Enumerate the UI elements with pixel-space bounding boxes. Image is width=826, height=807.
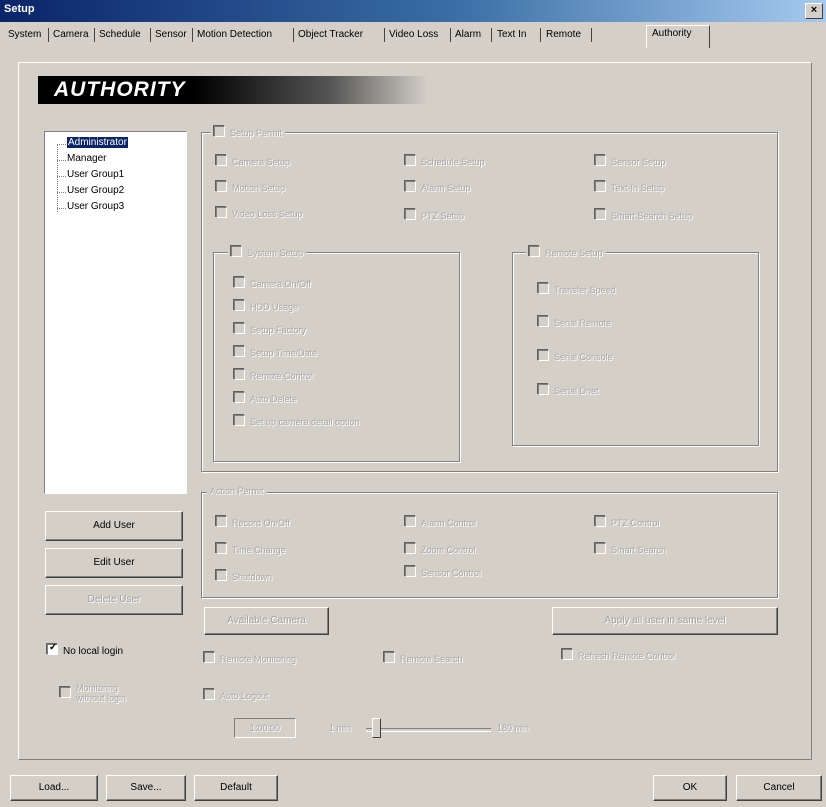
hdd-usage-checkbox[interactable]: HDD Usage bbox=[233, 299, 298, 312]
text-in-setup-checkbox[interactable]: Text-In Setup bbox=[594, 180, 664, 193]
smart-search-setup-checkbox[interactable]: Smart Search Setup bbox=[594, 208, 692, 221]
serial-console-checkbox[interactable]: Serial Console bbox=[537, 349, 613, 362]
cancel-button[interactable]: Cancel bbox=[736, 775, 822, 801]
remote-setup-checkbox[interactable]: Remote Setup bbox=[526, 245, 606, 258]
tab-schedule[interactable]: Schedule bbox=[99, 26, 141, 44]
alarm-control-checkbox[interactable]: Alarm Control bbox=[404, 515, 476, 528]
setup-window: Setup × System Camera Schedule Sensor Mo… bbox=[0, 0, 826, 807]
tab-strip: System Camera Schedule Sensor Motion Det… bbox=[0, 22, 826, 62]
tab-video-loss[interactable]: Video Loss bbox=[389, 26, 438, 44]
tree-item-user-group1[interactable]: User Group1 bbox=[67, 169, 124, 180]
ok-button[interactable]: OK bbox=[653, 775, 727, 801]
transfer-speed-checkbox[interactable]: Transfer Speed bbox=[537, 282, 616, 295]
setup-factory-checkbox[interactable]: Setup Factory bbox=[233, 322, 306, 335]
monitoring-without-login-checkbox[interactable]: Monitoring without login bbox=[59, 683, 180, 703]
tree-item-manager[interactable]: Manager bbox=[67, 153, 106, 164]
edit-user-button[interactable]: Edit User bbox=[45, 548, 183, 578]
slider-max-label: 180 min bbox=[497, 723, 530, 733]
tab-camera[interactable]: Camera bbox=[53, 26, 89, 44]
save-button[interactable]: Save... bbox=[106, 775, 186, 801]
video-loss-setup-checkbox[interactable]: Video Loss Setup bbox=[215, 206, 302, 219]
alarm-setup-checkbox[interactable]: Alarm Setup bbox=[404, 180, 471, 193]
smart-search-checkbox[interactable]: Smart Search bbox=[594, 542, 666, 555]
setup-permit-checkbox[interactable]: Setup Permit bbox=[211, 125, 286, 138]
system-setup-checkbox[interactable]: System Setup bbox=[228, 245, 307, 258]
auto-logout-slider-track[interactable] bbox=[366, 728, 491, 732]
motion-setup-checkbox[interactable]: Motion Setup bbox=[215, 180, 285, 193]
serial-dnet-checkbox[interactable]: Serial Dnet bbox=[537, 383, 599, 396]
tree-item-user-group3[interactable]: User Group3 bbox=[67, 201, 124, 212]
close-button[interactable]: × bbox=[805, 3, 823, 19]
serial-remote-checkbox[interactable]: Serial Remote bbox=[537, 315, 611, 328]
camera-setup-checkbox[interactable]: Camera Setup bbox=[215, 154, 290, 167]
remote-search-checkbox[interactable]: Remote Search bbox=[383, 651, 463, 664]
camera-detail-option-checkbox[interactable]: Set up camera detail option bbox=[233, 414, 360, 427]
remote-control-checkbox[interactable]: Remote Control bbox=[233, 368, 313, 381]
tab-authority[interactable]: Authority bbox=[652, 25, 691, 43]
add-user-button[interactable]: Add User bbox=[45, 511, 183, 541]
ptz-setup-checkbox[interactable]: PTZ Setup bbox=[404, 208, 464, 221]
authority-banner: AUTHORITY bbox=[38, 76, 428, 104]
user-tree[interactable]: Administrator Manager User Group1 User G… bbox=[44, 131, 187, 494]
shutdown-checkbox[interactable]: Shutdown bbox=[215, 569, 272, 582]
tab-object-tracker[interactable]: Object Tracker bbox=[298, 26, 363, 44]
tab-sensor[interactable]: Sensor bbox=[155, 26, 187, 44]
delete-user-button[interactable]: Delete User bbox=[45, 585, 183, 615]
tab-system[interactable]: System bbox=[8, 26, 41, 44]
default-button[interactable]: Default bbox=[194, 775, 278, 801]
zoom-control-checkbox[interactable]: Zoom Control bbox=[404, 542, 476, 555]
schedule-setup-checkbox[interactable]: Schedule Setup bbox=[404, 154, 485, 167]
refresh-remote-control-checkbox[interactable]: Refresh Remote Control bbox=[561, 648, 675, 661]
tab-motion-detection[interactable]: Motion Detection bbox=[197, 26, 272, 44]
window-title: Setup bbox=[4, 3, 35, 15]
tab-alarm[interactable]: Alarm bbox=[455, 26, 481, 44]
checkmark-icon: ✓ bbox=[49, 642, 58, 653]
ptz-control-checkbox[interactable]: PTZ Control bbox=[594, 515, 660, 528]
load-button[interactable]: Load... bbox=[10, 775, 98, 801]
action-permit-group bbox=[201, 492, 778, 598]
no-local-login-checkbox[interactable]: ✓ No local login bbox=[46, 642, 123, 657]
setup-time-date-checkbox[interactable]: Setup Time/Date bbox=[233, 345, 317, 358]
slider-min-label: 1 min bbox=[329, 723, 352, 733]
remote-setup-group bbox=[512, 252, 759, 446]
auto-logout-slider-thumb[interactable] bbox=[371, 718, 381, 738]
auto-logout-time-field[interactable]: 1:00:00 bbox=[234, 718, 296, 738]
apply-all-button[interactable]: Apply all user in same level bbox=[552, 607, 778, 635]
action-permit-label: Action Permit bbox=[207, 486, 267, 496]
sensor-control-checkbox[interactable]: Sensor Control bbox=[404, 565, 481, 578]
auto-logout-checkbox[interactable]: Auto Logout bbox=[203, 688, 269, 701]
auto-delete-checkbox[interactable]: Auto Delete bbox=[233, 391, 297, 404]
tab-remote[interactable]: Remote bbox=[546, 26, 581, 44]
record-on-off-checkbox[interactable]: Record On/Off bbox=[215, 515, 290, 528]
time-change-checkbox[interactable]: Time Change bbox=[215, 542, 286, 555]
remote-monitoring-checkbox[interactable]: Remote Monitoring bbox=[203, 651, 296, 664]
banner-title: AUTHORITY bbox=[54, 78, 186, 101]
sensor-setup-checkbox[interactable]: Sensor Setup bbox=[594, 154, 666, 167]
tree-item-administrator[interactable]: Administrator bbox=[67, 137, 128, 148]
title-bar[interactable]: Setup × bbox=[0, 0, 826, 22]
tab-text-in[interactable]: Text In bbox=[497, 26, 526, 44]
camera-on-off-checkbox[interactable]: Camera On/Off bbox=[233, 276, 311, 289]
available-camera-button[interactable]: Available Camera bbox=[204, 607, 329, 635]
tree-item-user-group2[interactable]: User Group2 bbox=[67, 185, 124, 196]
